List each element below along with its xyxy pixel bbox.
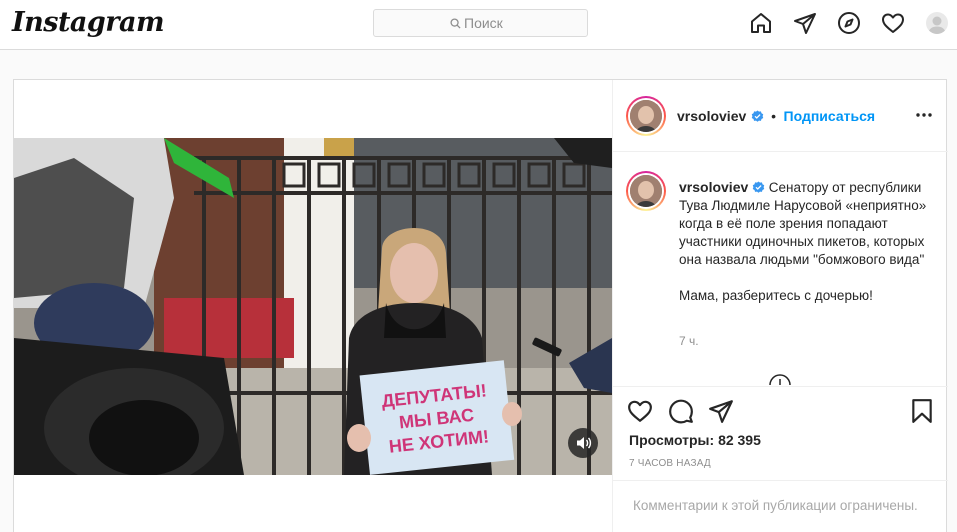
comments-restricted-notice: Комментарии к этой публикации ограничены… bbox=[633, 498, 918, 513]
header-meta: vrsoloviev • Подписаться bbox=[677, 108, 875, 126]
comment-icon[interactable] bbox=[668, 398, 694, 424]
speaker-icon bbox=[577, 437, 592, 449]
caption-author-avatar bbox=[630, 175, 662, 207]
post-header: vrsoloviev • Подписаться bbox=[613, 80, 948, 152]
header-separator: • bbox=[771, 108, 777, 124]
top-navigation: Instagram bbox=[0, 0, 957, 50]
actions-divider bbox=[613, 386, 948, 387]
author-avatar bbox=[630, 100, 662, 132]
verified-badge-icon bbox=[751, 110, 763, 122]
profile-avatar[interactable] bbox=[926, 12, 948, 34]
posted-time[interactable]: 7 ЧАСОВ НАЗАД bbox=[629, 458, 711, 469]
video-frame-image: ДЕПУТАТЫ! МЫ ВАС НЕ ХОТИМ! bbox=[14, 138, 612, 475]
author-username[interactable]: vrsoloviev bbox=[677, 108, 746, 124]
sound-toggle-button[interactable] bbox=[568, 428, 598, 458]
direct-icon[interactable] bbox=[793, 11, 817, 35]
caption-username[interactable]: vrsoloviev bbox=[679, 179, 748, 195]
post-video[interactable]: ДЕПУТАТЫ! МЫ ВАС НЕ ХОТИМ! bbox=[14, 138, 612, 475]
save-icon[interactable] bbox=[909, 398, 935, 424]
follow-button[interactable]: Подписаться bbox=[784, 108, 876, 124]
load-more-comments-icon[interactable] bbox=[768, 373, 792, 385]
activity-icon[interactable] bbox=[881, 11, 905, 35]
caption-text: Сенатору от республики Тува Людмиле Нару… bbox=[679, 180, 927, 303]
caption-author-photo bbox=[630, 175, 662, 207]
instagram-logo[interactable]: Instagram bbox=[12, 7, 165, 38]
post-media: ДЕПУТАТЫ! МЫ ВАС НЕ ХОТИМ! bbox=[14, 80, 612, 532]
comments-divider bbox=[613, 480, 948, 481]
views-counter[interactable]: Просмотры: 82 395 bbox=[629, 432, 761, 448]
caption-story-ring[interactable] bbox=[626, 171, 666, 211]
caption-verified-badge-icon bbox=[752, 181, 765, 193]
user-silhouette-icon bbox=[928, 16, 946, 34]
search-icon bbox=[450, 18, 461, 29]
post-sidebar: vrsoloviev • Подписаться vrsoloviev Сена… bbox=[612, 80, 948, 532]
caption-timestamp[interactable]: 7 ч. bbox=[679, 334, 699, 348]
author-photo bbox=[630, 100, 662, 132]
post-card: ДЕПУТАТЫ! МЫ ВАС НЕ ХОТИМ! vrsoloviev • … bbox=[13, 79, 948, 532]
home-icon[interactable] bbox=[749, 11, 773, 35]
post-caption: vrsoloviev Сенатору от республики Тува Л… bbox=[679, 178, 934, 305]
views-label: Просмотры: bbox=[629, 432, 715, 448]
more-options-icon[interactable] bbox=[914, 108, 934, 122]
search-input[interactable] bbox=[464, 13, 574, 33]
story-ring[interactable] bbox=[626, 96, 666, 136]
search-box[interactable] bbox=[373, 9, 588, 37]
explore-icon[interactable] bbox=[837, 11, 861, 35]
views-count: 82 395 bbox=[718, 432, 761, 448]
share-icon[interactable] bbox=[708, 398, 734, 424]
like-icon[interactable] bbox=[627, 398, 653, 424]
